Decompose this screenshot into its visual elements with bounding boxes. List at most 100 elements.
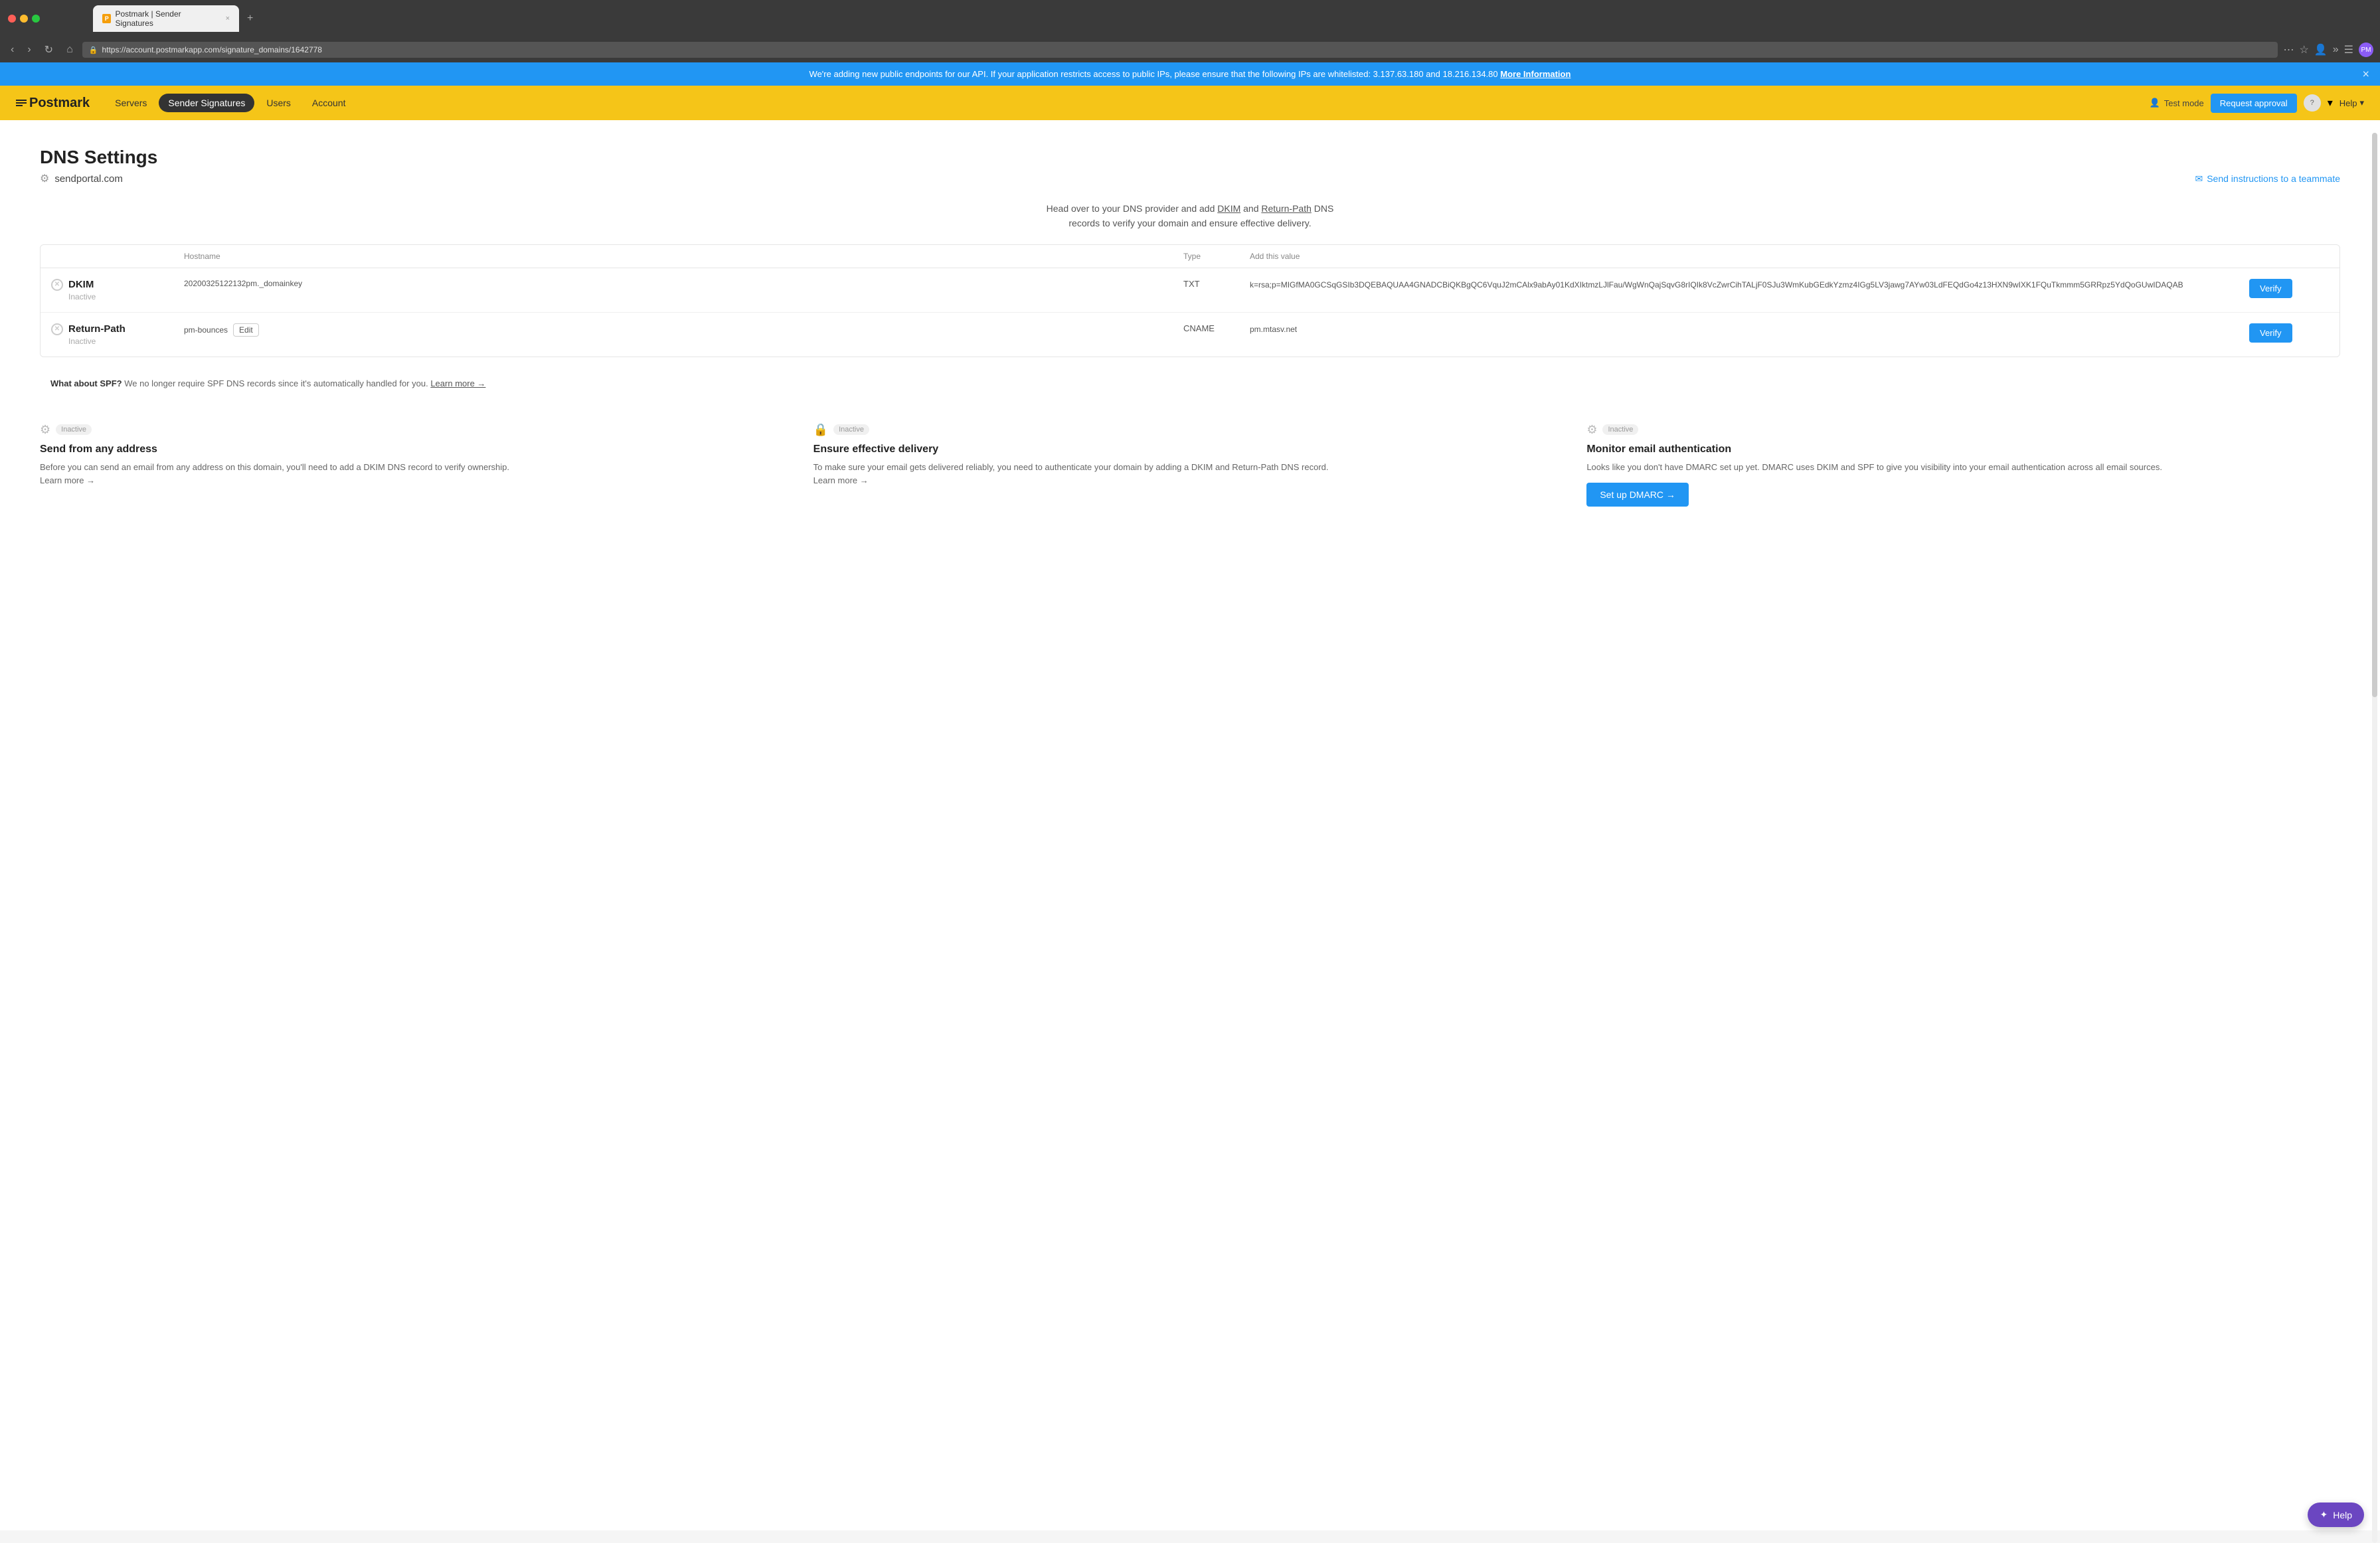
- tab-close-button[interactable]: ×: [226, 15, 230, 23]
- test-mode-indicator: 👤 Test mode: [2150, 98, 2204, 108]
- nav-users[interactable]: Users: [257, 94, 300, 112]
- active-tab[interactable]: P Postmark | Sender Signatures ×: [93, 5, 239, 32]
- help-label: Help: [2339, 98, 2357, 108]
- postmark-logo[interactable]: Postmark: [16, 96, 90, 111]
- help-chevron-icon: ▾: [2359, 98, 2364, 108]
- dkim-status-icon: ✕: [51, 279, 63, 291]
- user-avatar[interactable]: ?: [2304, 94, 2321, 112]
- return-path-link[interactable]: Return-Path: [1261, 203, 1311, 214]
- lock-icon: 🔒: [89, 46, 98, 54]
- dns-domain-row: ⚙ sendportal.com Send instructions to a …: [40, 172, 2340, 185]
- dkim-record-name-cell: ✕ DKIM Inactive: [51, 279, 184, 301]
- top-navigation: Postmark Servers Sender Signatures Users…: [0, 86, 2380, 120]
- dns-table: Hostname Type Add this value ✕ DKIM Inac…: [40, 244, 2340, 357]
- tab-title: Postmark | Sender Signatures: [115, 9, 217, 28]
- bookmarks-icon[interactable]: ☆: [2299, 43, 2308, 56]
- send-learn-more-link[interactable]: Learn more →: [40, 475, 95, 485]
- dkim-hostname: 20200325122132pm._domainkey: [184, 279, 1183, 288]
- spf-text: We no longer require SPF DNS records sin…: [124, 378, 428, 388]
- nav-servers[interactable]: Servers: [106, 94, 156, 112]
- return-path-edit-button[interactable]: Edit: [233, 323, 259, 337]
- spf-label: What about SPF?: [50, 378, 122, 388]
- pm-bounces-row: pm-bounces Edit: [184, 323, 1177, 337]
- close-window-button[interactable]: [8, 15, 16, 23]
- domain-name: sendportal.com: [54, 173, 123, 185]
- minimize-window-button[interactable]: [20, 15, 28, 23]
- more-tools-icon[interactable]: »: [2333, 44, 2339, 56]
- dns-description: Head over to your DNS provider and add D…: [40, 201, 2340, 231]
- monitor-inactive-badge: Inactive: [1602, 424, 1638, 435]
- nav-sender-signatures[interactable]: Sender Signatures: [159, 94, 254, 112]
- dkim-link[interactable]: DKIM: [1217, 203, 1240, 214]
- return-path-record-name: ✕ Return-Path: [51, 323, 184, 335]
- dkim-type: TXT: [1183, 279, 1250, 289]
- tab-bar: P Postmark | Sender Signatures × +: [85, 5, 266, 32]
- delivery-learn-more-link[interactable]: Learn more →: [813, 475, 869, 485]
- dns-header: DNS Settings ⚙ sendportal.com Send instr…: [40, 147, 2340, 185]
- feature-card-monitor-header: ⚙ Inactive: [1586, 423, 2340, 437]
- delivery-inactive-badge: Inactive: [833, 424, 869, 435]
- help-widget[interactable]: ✦ Help: [2308, 1502, 2364, 1527]
- test-mode-label: Test mode: [2164, 98, 2204, 108]
- dns-desc-line2: records to verify your domain and ensure…: [1068, 218, 1311, 228]
- delivery-feature-title: Ensure effective delivery: [813, 444, 1567, 455]
- return-path-type: CNAME: [1183, 323, 1250, 333]
- setup-dmarc-button[interactable]: Set up DMARC →: [1586, 483, 1689, 507]
- browser-chrome: P Postmark | Sender Signatures × + ‹ › ↻…: [0, 0, 2380, 62]
- feature-card-delivery: 🔒 Inactive Ensure effective delivery To …: [813, 423, 1567, 507]
- traffic-lights: [8, 15, 40, 23]
- extensions-icon[interactable]: ⋯: [2283, 43, 2294, 56]
- return-path-value: pm.mtasv.net: [1250, 323, 2249, 335]
- add-value-header: Add this value: [1250, 252, 2249, 261]
- refresh-button[interactable]: ↻: [41, 41, 57, 58]
- logo-text: Postmark: [29, 96, 90, 111]
- extension-pm-icon: PM: [2359, 42, 2373, 57]
- address-bar[interactable]: 🔒 https://account.postmarkapp.com/signat…: [82, 42, 2278, 58]
- dkim-table-row: ✕ DKIM Inactive 20200325122132pm._domain…: [41, 268, 2339, 313]
- spf-learn-more-link[interactable]: Learn more →: [430, 378, 485, 388]
- back-button[interactable]: ‹: [7, 42, 18, 58]
- return-path-verify-button[interactable]: Verify: [2249, 323, 2292, 343]
- dkim-verify-cell: Verify: [2249, 279, 2329, 298]
- return-path-record-name-cell: ✕ Return-Path Inactive: [51, 323, 184, 346]
- profile-icon[interactable]: 👤: [2314, 43, 2328, 56]
- feature-card-delivery-header: 🔒 Inactive: [813, 423, 1567, 437]
- nav-items: Servers Sender Signatures Users Account: [106, 94, 2149, 112]
- dns-settings-title: DNS Settings: [40, 147, 2340, 168]
- monitor-feature-title: Monitor email authentication: [1586, 444, 2340, 455]
- logo-lines-icon: [16, 100, 27, 106]
- new-tab-button[interactable]: +: [242, 10, 258, 27]
- dns-table-header: Hostname Type Add this value: [41, 245, 2339, 268]
- send-inactive-badge: Inactive: [56, 424, 92, 435]
- avatar-chevron-icon[interactable]: ▾: [2328, 96, 2333, 110]
- toolbar-right: ⋯ ☆ 👤 » ☰ PM: [2283, 42, 2373, 57]
- dkim-record-name: ✕ DKIM: [51, 279, 184, 291]
- scrollbar[interactable]: [2372, 133, 2377, 1543]
- delivery-feature-icon: 🔒: [813, 423, 828, 437]
- nav-account[interactable]: Account: [303, 94, 355, 112]
- banner-text: We're adding new public endpoints for ou…: [809, 69, 1498, 79]
- help-widget-label: Help: [2333, 1510, 2352, 1520]
- feature-card-monitor: ⚙ Inactive Monitor email authentication …: [1586, 423, 2340, 507]
- dns-desc-line1: Head over to your DNS provider and add D…: [1047, 203, 1334, 214]
- dkim-verify-button[interactable]: Verify: [2249, 279, 2292, 298]
- monitor-feature-icon: ⚙: [1586, 423, 1597, 437]
- url-display: https://account.postmarkapp.com/signatur…: [102, 45, 322, 54]
- banner-close-button[interactable]: ×: [2362, 67, 2369, 81]
- maximize-window-button[interactable]: [32, 15, 40, 23]
- forward-button[interactable]: ›: [23, 42, 35, 58]
- monitor-feature-desc: Looks like you don't have DMARC set up y…: [1586, 461, 2340, 475]
- dns-domain: ⚙ sendportal.com: [40, 172, 123, 185]
- tab-favicon-icon: P: [102, 14, 111, 23]
- help-button[interactable]: Help ▾: [2339, 98, 2364, 108]
- scrollbar-thumb[interactable]: [2372, 133, 2377, 697]
- home-button[interactable]: ⌂: [62, 42, 77, 58]
- banner-more-info-link[interactable]: More Information: [1500, 69, 1571, 79]
- return-path-table-row: ✕ Return-Path Inactive pm-bounces Edit C…: [41, 313, 2339, 357]
- return-path-inactive-label: Inactive: [68, 337, 184, 346]
- dkim-value: k=rsa;p=MIGfMA0GCSqGSIb3DQEBAQUAA4GNADCB…: [1250, 279, 2249, 291]
- notification-banner: We're adding new public endpoints for ou…: [0, 62, 2380, 86]
- menu-icon[interactable]: ☰: [2344, 43, 2353, 56]
- send-instructions-link[interactable]: Send instructions to a teammate: [2195, 173, 2340, 185]
- request-approval-button[interactable]: Request approval: [2211, 94, 2297, 113]
